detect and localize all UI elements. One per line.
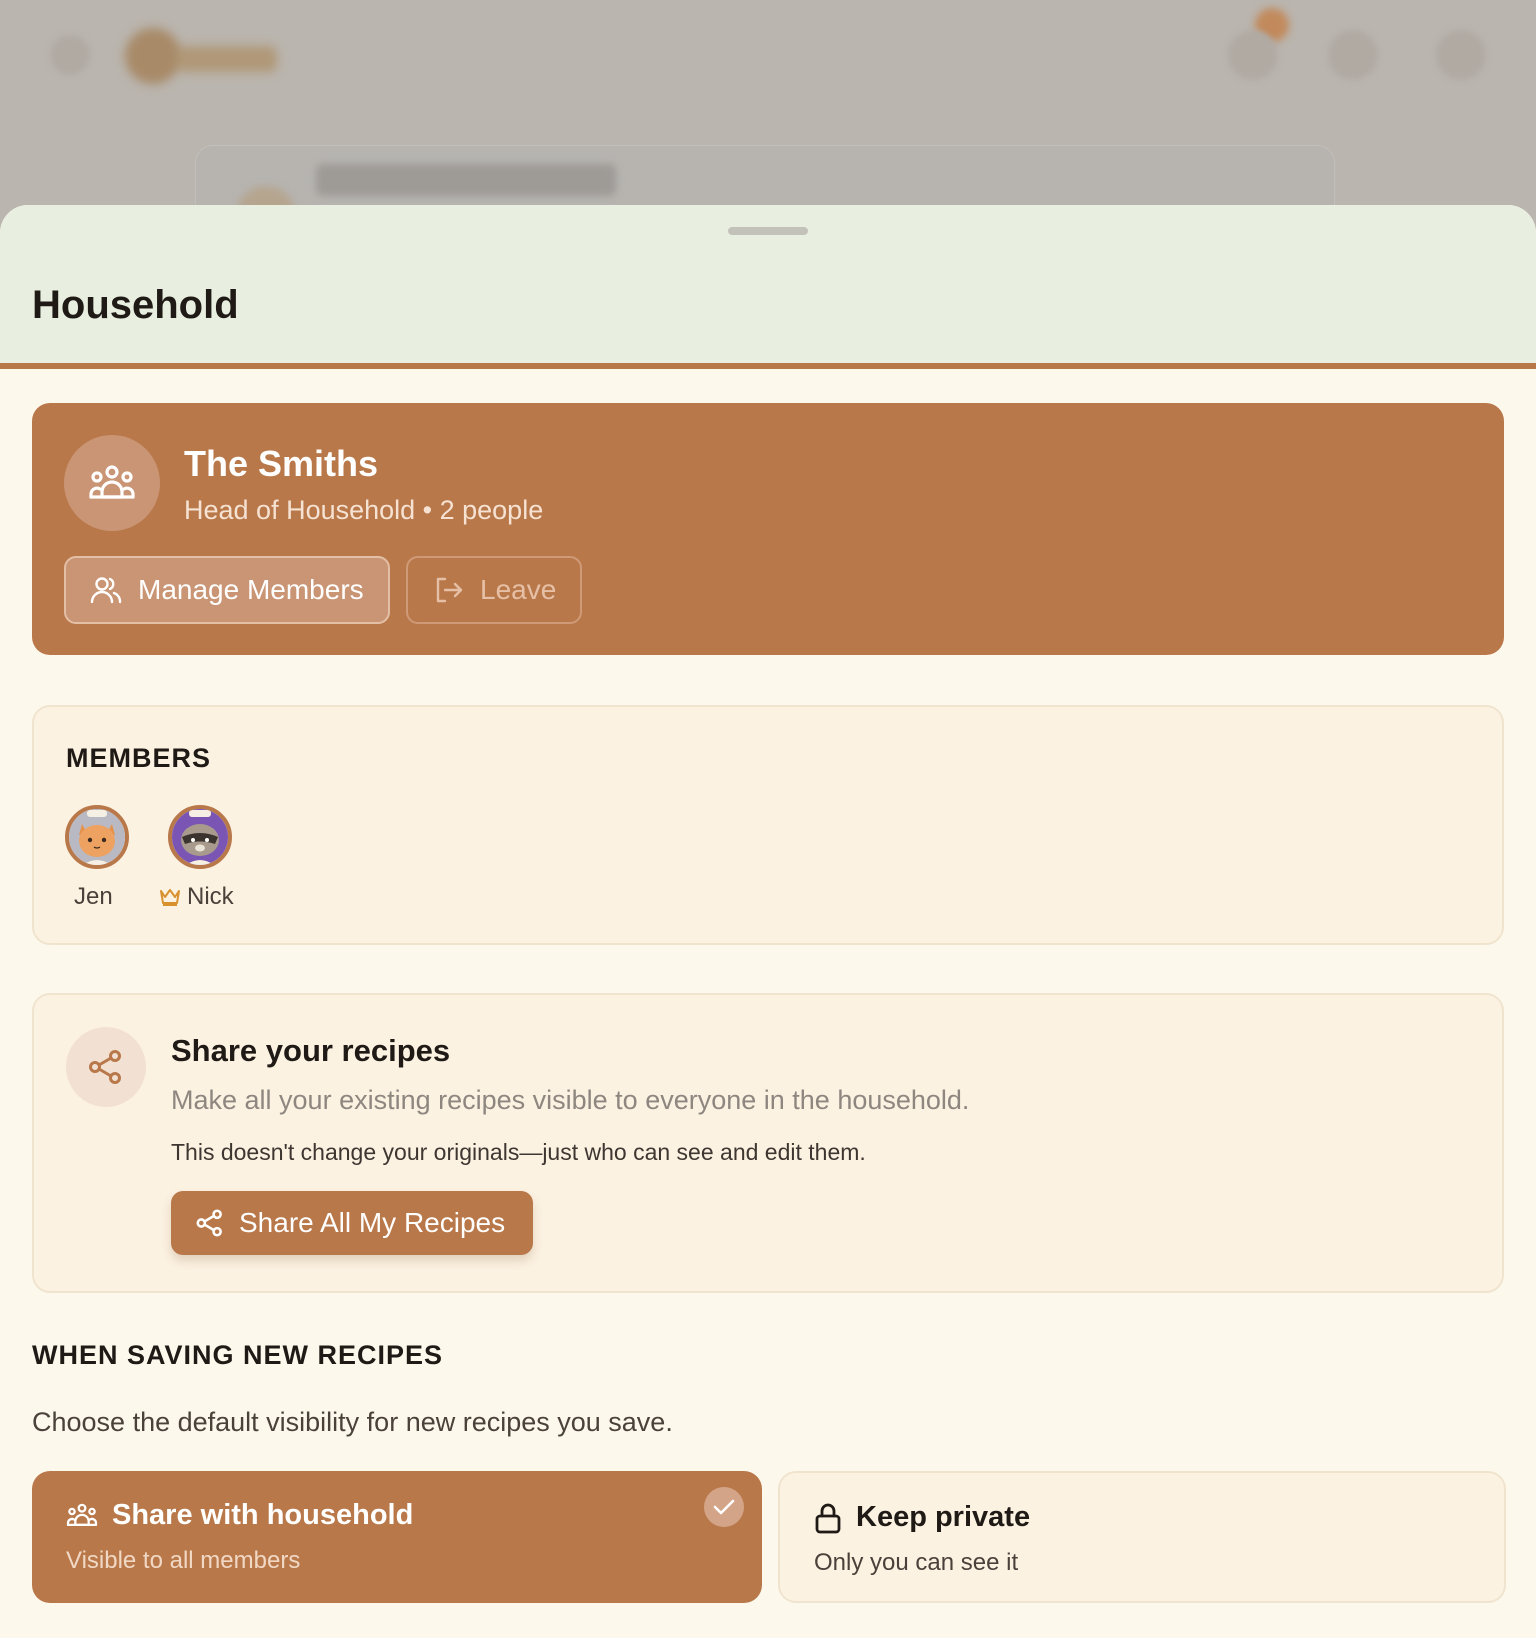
option-subtitle: Visible to all members [66, 1547, 301, 1574]
option-title: Share with household [66, 1499, 413, 1532]
user-icon [1328, 30, 1378, 80]
share-with-household-option[interactable]: Share with household Visible to all memb… [32, 1471, 762, 1603]
logout-icon [436, 577, 463, 603]
option-subtitle: Only you can see it [814, 1549, 1019, 1576]
raccoon-chef-avatar [168, 805, 232, 869]
sheet-title: Household [32, 283, 239, 327]
household-icon [89, 465, 135, 499]
household-sheet: Household The Smiths Head of Household •… [0, 205, 1536, 1638]
bell-icon [1228, 30, 1278, 80]
household-card: The Smiths Head of Household • 2 people … [32, 403, 1504, 655]
member-name: Nick [187, 883, 234, 910]
visibility-description: Choose the default visibility for new re… [32, 1407, 673, 1437]
member-name: Jen [74, 883, 113, 910]
users-icon [90, 577, 122, 604]
option-title: Keep private [814, 1501, 1030, 1534]
members-card: MEMBERS Jen Nick [32, 705, 1504, 945]
share-all-label: Share All My Recipes [239, 1207, 506, 1238]
checkmark-icon [704, 1487, 744, 1527]
sheet-header: Household [0, 205, 1536, 369]
background-app [0, 0, 1536, 265]
member-name-with-crown: Nick [159, 883, 234, 911]
member-jen[interactable]: Jen [62, 805, 132, 910]
users-icon [66, 1503, 98, 1526]
household-subtitle: Head of Household • 2 people [184, 495, 544, 525]
manage-members-label: Manage Members [138, 574, 364, 605]
menu-icon [50, 35, 90, 75]
leave-label: Leave [480, 574, 557, 605]
app-logo [125, 28, 285, 90]
share-all-recipes-button[interactable]: Share All My Recipes [171, 1191, 533, 1255]
lock-icon [815, 1503, 841, 1533]
cat-chef-avatar [65, 805, 129, 869]
member-nick[interactable]: Nick [160, 805, 235, 910]
option-title-text: Keep private [856, 1501, 1031, 1533]
share-icon [66, 1027, 146, 1107]
settings-icon [1436, 30, 1486, 80]
share-note: This doesn't change your originals—just … [171, 1139, 866, 1165]
share-description: Make all your existing recipes visible t… [171, 1085, 970, 1115]
keep-private-option[interactable]: Keep private Only you can see it [778, 1471, 1506, 1603]
household-avatar [64, 435, 160, 531]
share-recipes-card: Share your recipes Make all your existin… [32, 993, 1504, 1293]
drag-handle[interactable] [728, 227, 808, 235]
members-heading: MEMBERS [66, 743, 212, 773]
share-title: Share your recipes [171, 1033, 451, 1068]
visibility-heading: WHEN SAVING NEW RECIPES [32, 1340, 444, 1370]
manage-members-button[interactable]: Manage Members [64, 556, 390, 624]
crown-icon [160, 889, 180, 906]
option-title-text: Share with household [112, 1499, 414, 1531]
share-icon [196, 1209, 222, 1237]
leave-button[interactable]: Leave [406, 556, 582, 624]
household-name: The Smiths [184, 443, 379, 484]
